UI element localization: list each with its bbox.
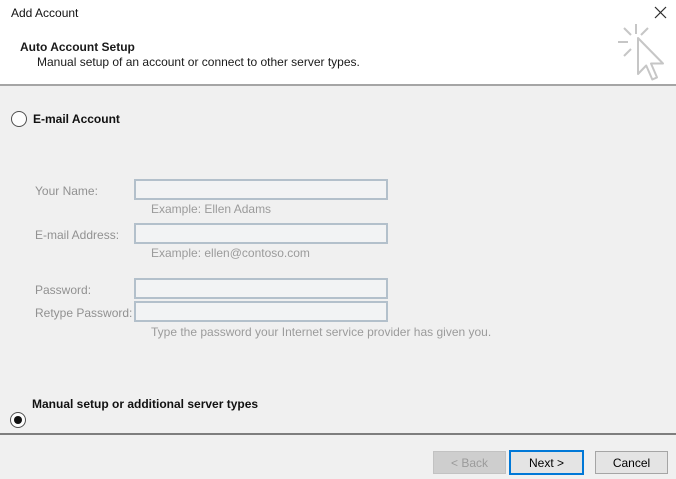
your-name-input	[134, 179, 388, 200]
back-button: < Back	[433, 451, 506, 474]
password-label: Password:	[35, 283, 91, 297]
radio-email-account-label[interactable]: E-mail Account	[33, 112, 120, 126]
close-icon	[654, 6, 667, 22]
your-name-hint: Example: Ellen Adams	[151, 202, 271, 216]
email-address-label: E-mail Address:	[35, 228, 119, 242]
next-button[interactable]: Next >	[509, 450, 584, 475]
password-input	[134, 278, 388, 299]
retype-password-label: Retype Password:	[35, 306, 132, 320]
sparkle-cursor-icon	[616, 22, 668, 87]
password-hint: Type the password your Internet service …	[151, 325, 491, 339]
radio-email-account[interactable]	[11, 111, 27, 127]
radio-manual-setup[interactable]	[10, 412, 26, 428]
retype-password-input	[134, 301, 388, 322]
cancel-button[interactable]: Cancel	[595, 451, 668, 474]
email-address-hint: Example: ellen@contoso.com	[151, 246, 310, 260]
add-account-dialog: Add Account Auto Account Setup Manual se…	[0, 0, 676, 479]
page-subtitle: Manual setup of an account or connect to…	[37, 55, 360, 69]
your-name-label: Your Name:	[35, 184, 98, 198]
close-button[interactable]	[650, 4, 670, 24]
page-title: Auto Account Setup	[20, 40, 135, 54]
window-title: Add Account	[11, 6, 78, 20]
email-address-input	[134, 223, 388, 244]
footer-divider	[0, 433, 676, 435]
radio-manual-setup-label[interactable]: Manual setup or additional server types	[32, 397, 258, 411]
